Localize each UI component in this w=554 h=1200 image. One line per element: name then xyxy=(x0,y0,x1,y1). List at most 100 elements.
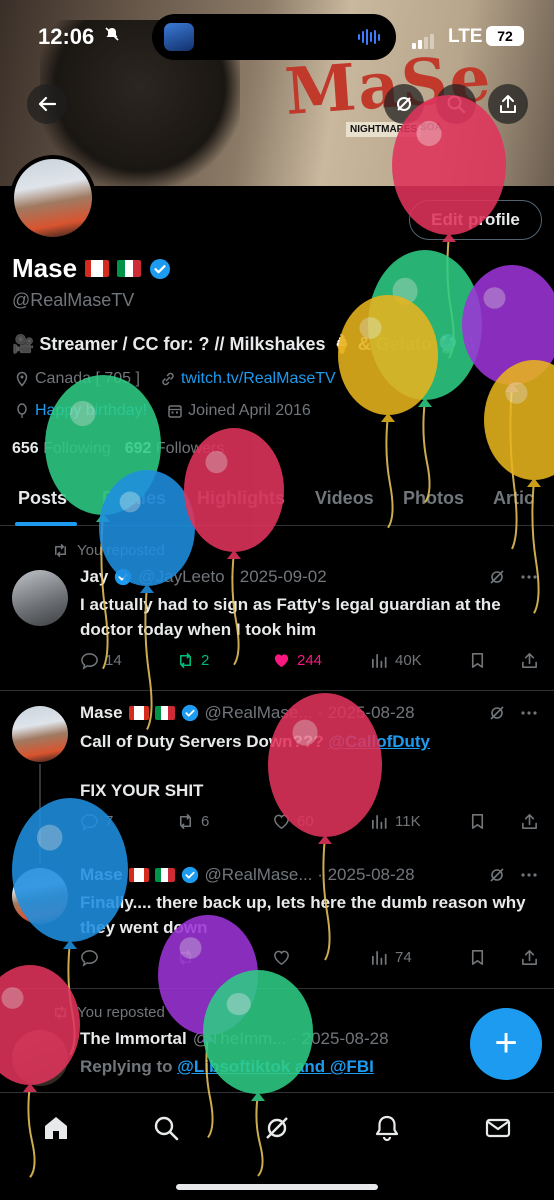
like-button[interactable]: 60 xyxy=(272,812,314,831)
balloon-knot xyxy=(418,398,432,407)
birthday-item[interactable]: Happy birthday! xyxy=(14,402,147,420)
repost-indicator: You reposted xyxy=(52,1004,165,1021)
tab-replies[interactable]: Replies xyxy=(102,488,166,509)
avatar[interactable] xyxy=(12,570,68,626)
nav-notifications[interactable] xyxy=(372,1113,402,1143)
nav-messages[interactable] xyxy=(483,1113,513,1143)
balloon-knot xyxy=(505,383,519,392)
app-icon xyxy=(164,23,194,51)
repost-label: You reposted xyxy=(77,542,165,559)
share-post-button[interactable] xyxy=(520,812,539,831)
nav-search[interactable] xyxy=(151,1113,181,1143)
share-icon xyxy=(522,814,537,829)
avatar[interactable] xyxy=(12,706,68,762)
tab-articles[interactable]: Artic xyxy=(493,488,534,509)
bookmark-button[interactable] xyxy=(468,812,487,831)
post-meta: @TheImm... · 2025-08-28 xyxy=(192,1029,389,1048)
banner-tag: NIGHTMARES xyxy=(346,122,422,137)
post-text-line2: FIX YOUR SHIT xyxy=(80,781,204,800)
more-options-icon[interactable] xyxy=(520,568,538,586)
balloon-knot xyxy=(63,940,77,949)
website-item[interactable]: twitch.tv/RealMaseTV xyxy=(160,370,336,388)
grok-icon[interactable] xyxy=(488,866,506,884)
replying-mentions[interactable]: @Libsoftiktok and @FBI xyxy=(177,1057,374,1076)
more-options-icon[interactable] xyxy=(520,866,538,884)
mention-link[interactable]: @CallofDuty xyxy=(328,732,430,751)
bell-icon xyxy=(375,1115,399,1142)
back-button[interactable] xyxy=(27,84,67,124)
reply-button[interactable] xyxy=(80,948,99,967)
grok-icon[interactable] xyxy=(488,704,506,722)
views-button[interactable]: 11K xyxy=(370,812,421,831)
repost-button[interactable]: 2 xyxy=(176,651,209,670)
tab-photos[interactable]: Photos xyxy=(403,488,464,509)
tab-videos[interactable]: Videos xyxy=(315,488,374,509)
nav-grok[interactable] xyxy=(262,1113,292,1143)
repost-button[interactable]: 6 xyxy=(176,812,209,831)
following-link[interactable]: 656 Following xyxy=(12,440,111,458)
nav-home[interactable] xyxy=(41,1113,71,1143)
post-header-actions xyxy=(488,866,538,884)
share-button[interactable] xyxy=(488,84,528,124)
views-button[interactable]: 40K xyxy=(370,651,422,670)
profile-avatar[interactable] xyxy=(10,155,96,241)
repost-icon xyxy=(55,1006,66,1019)
profile-tabs: Posts Replies Highlights Videos Photos A… xyxy=(0,478,554,526)
more-options-icon[interactable] xyxy=(520,704,538,722)
views-chart-icon xyxy=(371,950,387,966)
avatar[interactable] xyxy=(12,1030,68,1086)
network-type: LTE xyxy=(448,26,483,47)
repost-icon xyxy=(179,653,192,668)
bookmark-icon xyxy=(471,950,484,965)
views-button[interactable]: 74 xyxy=(370,948,412,967)
website-link[interactable]: twitch.tv/RealMaseTV xyxy=(181,370,336,388)
post-author[interactable]: Jay xyxy=(80,567,108,587)
views-chart-icon xyxy=(371,814,387,830)
canada-flag-icon xyxy=(128,868,149,882)
post-header: Jay @JayLeeto · 2025-09-02 xyxy=(80,567,327,587)
reply-button[interactable]: 14 xyxy=(80,651,122,670)
balloon-string xyxy=(67,941,76,1056)
bookmark-button[interactable] xyxy=(468,948,487,967)
post-text: Call of Duty Servers Down??? @CallofDuty xyxy=(80,729,530,754)
post-actions: 74 xyxy=(80,948,540,972)
compose-post-button[interactable]: + xyxy=(470,1008,542,1080)
birthday-text[interactable]: Happy birthday! xyxy=(35,402,147,420)
profile-name-row: Mase xyxy=(12,253,171,284)
bookmark-button[interactable] xyxy=(468,651,487,670)
like-button[interactable] xyxy=(272,948,291,967)
repost-button[interactable] xyxy=(176,948,195,967)
reply-count: 7 xyxy=(105,813,114,830)
tab-posts[interactable]: Posts xyxy=(18,488,67,509)
search-button[interactable] xyxy=(436,84,476,124)
dynamic-island[interactable] xyxy=(152,14,396,60)
post-author[interactable]: The Immortal xyxy=(80,1029,187,1049)
grok-button[interactable] xyxy=(384,84,424,124)
profile-handle: @RealMaseTV xyxy=(12,290,135,310)
avatar[interactable] xyxy=(12,868,68,924)
post-author[interactable]: Mase xyxy=(80,865,123,885)
balloon xyxy=(368,250,482,504)
signal-icon xyxy=(412,34,434,49)
share-post-button[interactable] xyxy=(520,651,539,670)
search-icon xyxy=(447,95,466,114)
canada-flag-icon xyxy=(128,706,149,720)
bookmark-icon xyxy=(471,814,484,829)
grok-icon[interactable] xyxy=(488,568,506,586)
reply-count: 14 xyxy=(105,652,122,669)
heart-icon xyxy=(274,814,289,830)
followers-link[interactable]: 692 Followers xyxy=(125,440,225,458)
like-button[interactable]: 244 xyxy=(272,651,322,670)
post-author[interactable]: Mase xyxy=(80,703,123,723)
like-count: 60 xyxy=(297,813,314,830)
tab-highlights[interactable]: Highlights xyxy=(197,488,285,509)
reply-button[interactable]: 7 xyxy=(80,812,113,831)
edit-profile-button[interactable]: Edit profile xyxy=(409,200,542,240)
reply-icon xyxy=(81,814,98,831)
repost-indicator: You reposted xyxy=(52,542,165,559)
share-icon xyxy=(500,95,516,113)
share-post-button[interactable] xyxy=(520,948,539,967)
balloon-knot xyxy=(318,835,332,844)
repost-icon xyxy=(179,950,192,965)
balloon-knot xyxy=(227,550,241,559)
